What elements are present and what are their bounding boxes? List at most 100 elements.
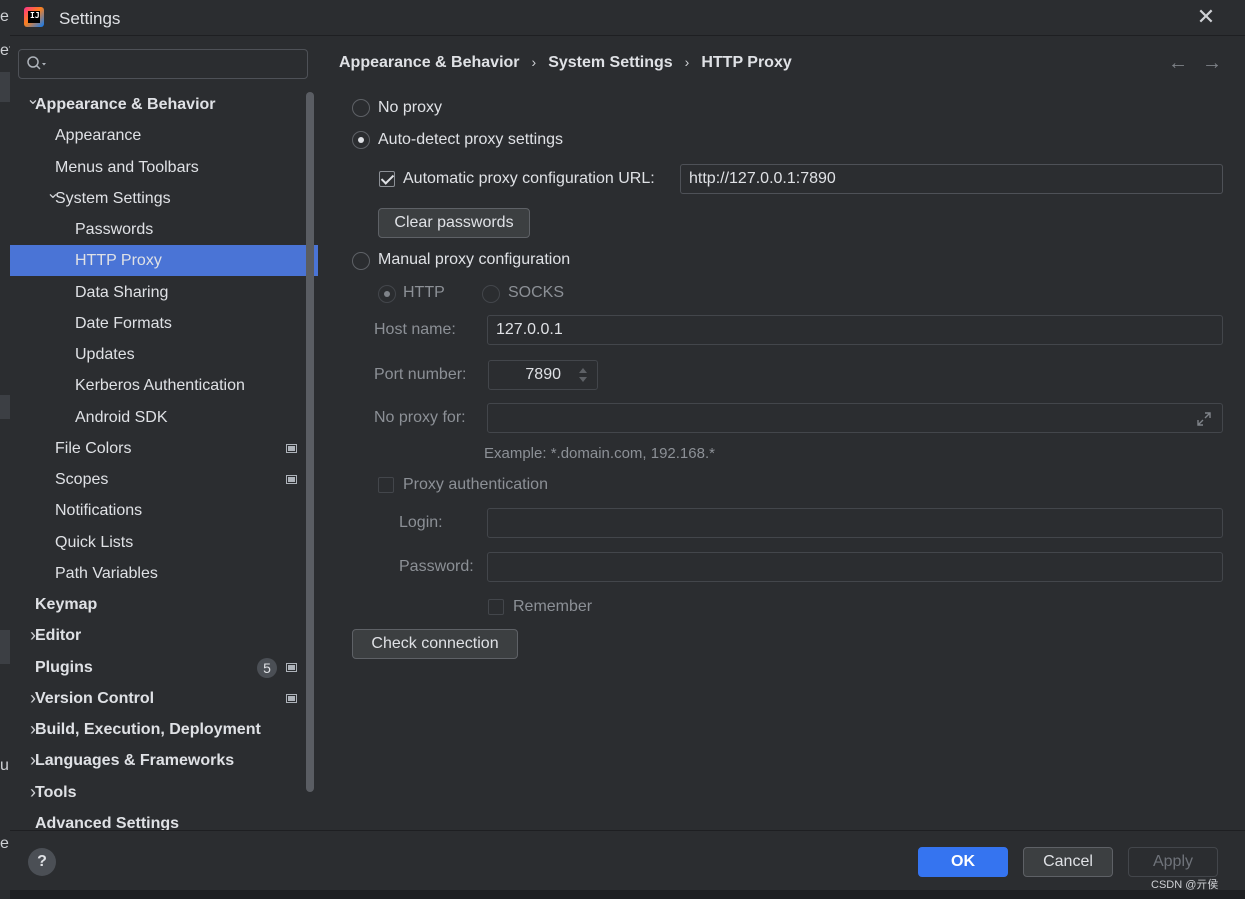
sidebar-item-label: Version Control — [35, 689, 155, 707]
http-radio[interactable] — [378, 285, 396, 303]
host-name-input[interactable]: 127.0.0.1 — [487, 315, 1223, 345]
example-hint: Example: *.domain.com, 192.168.* — [484, 445, 715, 462]
sidebar-item-path-variables[interactable]: Path Variables — [10, 558, 318, 589]
sidebar-item-http-proxy[interactable]: HTTP Proxy — [10, 245, 318, 277]
ok-button[interactable]: OK — [918, 847, 1008, 877]
socks-label: SOCKS — [508, 284, 565, 301]
port-number-label: Port number: — [374, 366, 467, 383]
back-arrow-icon[interactable]: ← — [1168, 52, 1188, 75]
sidebar-scrollbar[interactable] — [306, 92, 314, 792]
sidebar-item-label: Quick Lists — [55, 533, 134, 551]
sidebar-item-label: Date Formats — [75, 314, 172, 332]
no-proxy-for-label: No proxy for: — [374, 409, 466, 426]
sidebar-item-appearance[interactable]: Appearance — [10, 120, 318, 151]
manual-proxy-radio[interactable] — [352, 252, 370, 270]
no-proxy-for-input[interactable] — [487, 403, 1223, 433]
spinner-arrows-icon[interactable] — [578, 367, 588, 383]
sidebar-item-scopes[interactable]: Scopes — [10, 464, 318, 495]
project-level-icon — [286, 693, 297, 703]
sidebar-item-data-sharing[interactable]: Data Sharing — [10, 277, 318, 308]
sidebar-item-menus-and-toolbars[interactable]: Menus and Toolbars — [10, 152, 318, 183]
sidebar-item-date-formats[interactable]: Date Formats — [10, 308, 318, 339]
background-text-fragment: ef — [0, 42, 10, 59]
host-name-label: Host name: — [374, 321, 456, 338]
background-block — [0, 630, 10, 664]
clear-passwords-button[interactable]: Clear passwords — [378, 208, 530, 238]
sidebar-item-keymap[interactable]: Keymap — [10, 589, 318, 620]
sidebar-item-languages-frameworks[interactable]: › Languages & Frameworks — [10, 745, 318, 776]
search-icon — [27, 56, 46, 70]
search-input[interactable] — [18, 49, 308, 79]
sidebar-item-system-settings[interactable]: ⌄ System Settings — [10, 183, 318, 214]
remember-checkbox[interactable] — [488, 599, 504, 615]
updates-count-badge: 5 — [257, 657, 277, 678]
sidebar-item-label: Languages & Frameworks — [35, 752, 235, 770]
sidebar-item-appearance-behavior[interactable]: ⌄ Appearance & Behavior — [10, 89, 318, 120]
expand-icon[interactable] — [1196, 411, 1212, 427]
http-label: HTTP — [403, 284, 445, 301]
project-level-icon — [286, 662, 297, 672]
manual-proxy-label: Manual proxy configuration — [378, 251, 571, 268]
password-input[interactable] — [487, 552, 1223, 582]
proxy-auth-label: Proxy authentication — [403, 476, 548, 493]
sidebar-item-quick-lists[interactable]: Quick Lists — [10, 527, 318, 558]
no-proxy-label: No proxy — [378, 99, 443, 116]
background-text-fragment: e — [0, 8, 9, 25]
sidebar-item-kerberos-authentication[interactable]: Kerberos Authentication — [10, 370, 318, 401]
background-text-fragment: u — [0, 757, 9, 774]
sidebar-item-label: File Colors — [55, 439, 132, 457]
sidebar-item-label: Updates — [75, 346, 135, 363]
sidebar-item-label: Tools — [35, 783, 77, 801]
dialog-footer: ? OK Cancel Apply — [10, 830, 1245, 890]
sidebar-item-label: Appearance — [55, 127, 142, 145]
sidebar-item-passwords[interactable]: Passwords — [10, 214, 318, 245]
sidebar-item-build-execution-deployment[interactable]: › Build, Execution, Deployment — [10, 714, 318, 745]
sidebar-item-label: Data Sharing — [75, 283, 169, 301]
cancel-button[interactable]: Cancel — [1023, 847, 1113, 877]
sidebar-item-updates[interactable]: Updates — [10, 339, 318, 370]
project-level-icon — [286, 475, 297, 484]
sidebar-item-label: Android SDK — [75, 408, 168, 426]
sidebar-item-editor[interactable]: › Editor — [10, 620, 318, 651]
sidebar-item-notifications[interactable]: Notifications — [10, 495, 318, 526]
sidebar-item-label: Build, Execution, Deployment — [35, 721, 261, 738]
chevron-right-icon: › — [684, 54, 690, 70]
background-block — [0, 72, 10, 102]
proxy-auth-checkbox[interactable] — [378, 477, 394, 493]
sidebar-item-label: Kerberos Authentication — [75, 377, 245, 395]
auto-config-url-input[interactable]: http://127.0.0.1:7890 — [680, 164, 1223, 194]
watermark: CSDN @亓侯 — [1151, 879, 1219, 891]
sidebar-item-tools[interactable]: › Tools — [10, 777, 318, 808]
sidebar-item-label: Plugins — [35, 658, 93, 676]
no-proxy-radio[interactable] — [352, 99, 370, 117]
background-block — [0, 395, 10, 419]
help-button[interactable]: ? — [28, 848, 56, 876]
breadcrumb-item[interactable]: Appearance & Behavior — [339, 54, 520, 72]
sidebar-item-label: Notifications — [55, 502, 143, 520]
sidebar-item-android-sdk[interactable]: Android SDK — [10, 402, 318, 433]
close-icon[interactable]: ✕ — [1195, 6, 1217, 28]
intellij-logo-icon: IJ — [24, 7, 44, 27]
forward-arrow-icon[interactable]: → — [1202, 52, 1222, 75]
check-connection-button[interactable]: Check connection — [352, 629, 518, 659]
auto-detect-radio[interactable] — [352, 131, 370, 149]
sidebar-item-file-colors[interactable]: File Colors — [10, 433, 318, 464]
auto-config-url-checkbox[interactable] — [379, 171, 395, 187]
login-label: Login: — [399, 514, 443, 531]
breadcrumb-item[interactable]: System Settings — [548, 54, 672, 72]
sidebar-item-label: Keymap — [35, 596, 98, 613]
chevron-right-icon: › — [531, 54, 537, 70]
http-proxy-panel: Appearance & Behavior › System Settings › HT… — [318, 37, 1245, 830]
breadcrumb-item: HTTP Proxy — [701, 54, 792, 71]
sidebar-item-version-control[interactable]: › Version Control — [10, 683, 318, 714]
background-text-fragment: e — [0, 835, 9, 852]
sidebar-item-plugins[interactable]: Plugins 5 — [10, 652, 318, 683]
breadcrumb: Appearance & Behavior › System Settings › HT… — [339, 54, 792, 72]
apply-button[interactable]: Apply — [1128, 847, 1218, 877]
login-input[interactable] — [487, 508, 1223, 538]
sidebar-item-label: Editor — [35, 627, 82, 645]
settings-dialog: IJ Settings ✕ ⌄ Appearance & Behavior Appe… — [10, 0, 1245, 899]
sidebar-item-label: Path Variables — [55, 564, 158, 582]
socks-radio[interactable] — [482, 285, 500, 303]
sidebar-item-label: Appearance & Behavior — [35, 96, 216, 113]
